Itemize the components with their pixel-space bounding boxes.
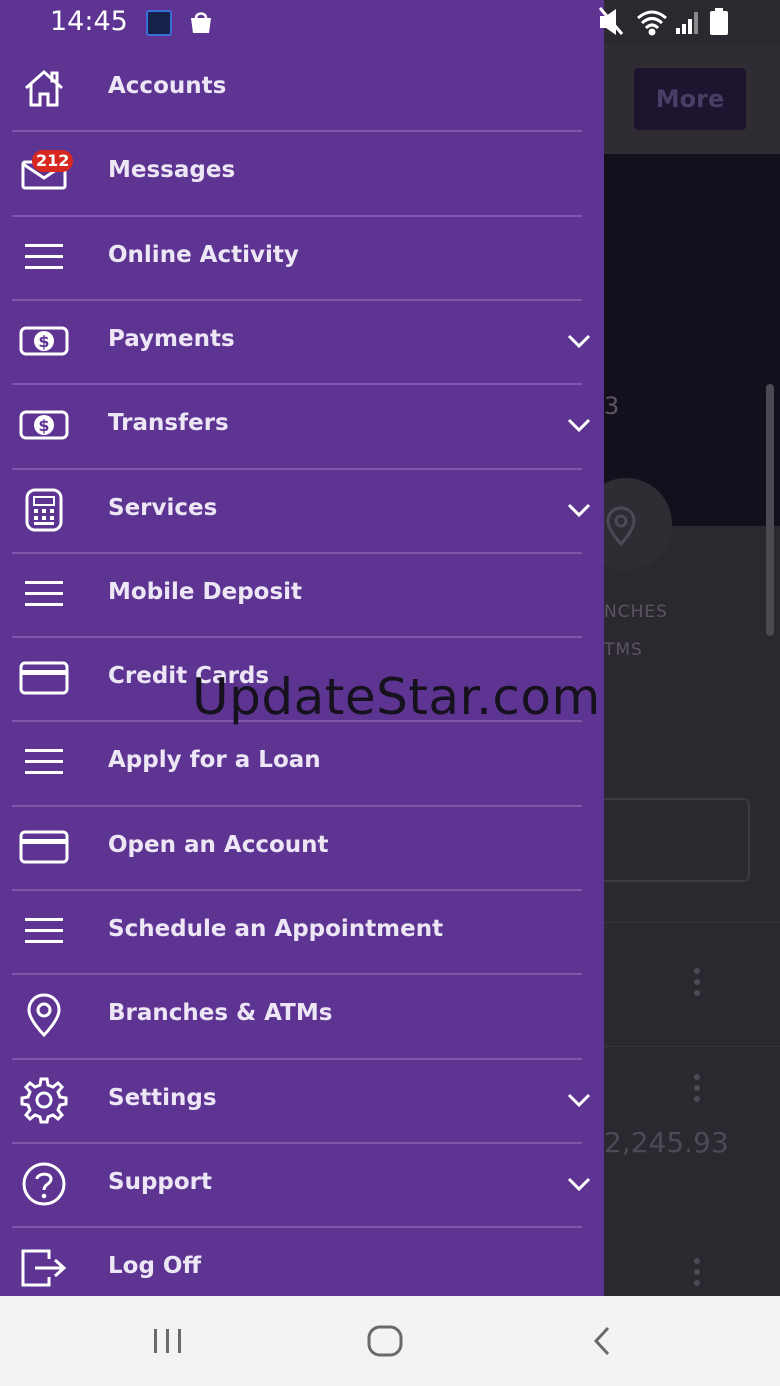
drawer-item-branches-atms[interactable]: Branches & ATMs [0, 973, 604, 1057]
chevron-down-icon[interactable] [566, 1092, 592, 1108]
drawer-item-apply-for-a-loan[interactable]: Apply for a Loan [0, 720, 604, 804]
drawer-divider [12, 214, 582, 217]
drawer-item-messages[interactable]: Messages [0, 130, 604, 214]
drawer-item-label: Schedule an Appointment [108, 916, 444, 942]
dollar-bill-icon: $ [18, 317, 70, 365]
svg-text:$: $ [38, 416, 49, 435]
location-pin-icon [18, 991, 70, 1039]
drawer-item-mobile-deposit[interactable]: Mobile Deposit [0, 551, 604, 636]
credit-card-icon [18, 654, 70, 702]
menu-lines-icon [18, 233, 70, 281]
shopping-bag-icon [191, 12, 211, 33]
drawer-divider [12, 298, 582, 301]
home-button[interactable] [355, 1320, 415, 1362]
drawer-item-label: Open an Account [108, 831, 329, 858]
back-button[interactable] [572, 1320, 632, 1362]
account-balance: 2,245.93 [604, 1126, 729, 1159]
drawer-item-label: Online Activity [108, 241, 299, 268]
menu-lines-icon [18, 907, 70, 955]
drawer-item-label: Branches & ATMs [108, 1000, 333, 1027]
home-icon [18, 64, 70, 112]
background-divider [600, 1046, 780, 1047]
drawer-item-label: Accounts [108, 73, 227, 99]
recent-apps-icon [154, 1329, 181, 1353]
kebab-menu-icon[interactable] [694, 968, 702, 1001]
drawer-item-label: Payments [108, 325, 235, 352]
drawer-divider [12, 1226, 582, 1229]
status-time: 14:45 [50, 6, 128, 37]
system-nav-bar [0, 1296, 780, 1386]
drawer-divider [12, 973, 582, 976]
background-divider [600, 922, 780, 923]
battery-icon [710, 8, 728, 35]
wifi-icon [637, 10, 667, 36]
status-bar: 14:45 [0, 0, 604, 44]
dollar-bill-icon: $ [18, 401, 70, 449]
drawer-divider [12, 130, 582, 133]
watermark: UpdateStar.com [192, 668, 601, 726]
drawer-item-label: Settings [108, 1084, 217, 1111]
menu-lines-icon [18, 738, 70, 786]
drawer-divider [12, 383, 582, 386]
drawer-item-transfers[interactable]: $ Transfers [0, 383, 604, 467]
kebab-menu-icon[interactable] [694, 1074, 702, 1107]
chevron-down-icon[interactable] [566, 333, 592, 349]
navigation-drawer: Accounts Messages Online Activity $ Payments… [0, 0, 604, 1296]
question-circle-icon [18, 1160, 70, 1208]
background-shortcut-label: TMS [604, 640, 643, 660]
drawer-item-label: Apply for a Loan [108, 747, 321, 774]
drawer-item-label: Mobile Deposit [108, 578, 303, 605]
home-circle-icon [367, 1325, 403, 1357]
notification-app-icon [146, 10, 172, 36]
drawer-item-open-an-account[interactable]: Open an Account [0, 804, 604, 889]
chevron-down-icon[interactable] [566, 1176, 592, 1192]
background-hero-text: 3 [604, 392, 620, 420]
chevron-down-icon[interactable] [566, 502, 592, 518]
drawer-item-services[interactable]: Services [0, 467, 604, 552]
drawer-item-settings[interactable]: Settings [0, 1057, 604, 1142]
drawer-divider [12, 551, 582, 554]
calculator-icon [18, 486, 70, 534]
drawer-divider [12, 1141, 582, 1144]
credit-card-icon [18, 823, 70, 871]
drawer-item-accounts[interactable]: Accounts [0, 46, 604, 130]
drawer-item-label: Transfers [108, 410, 229, 437]
gear-icon [18, 1076, 70, 1124]
drawer-item-label: Messages [108, 157, 236, 184]
drawer-item-label: Services [108, 494, 218, 521]
drawer-divider [12, 804, 582, 807]
drawer-item-label: Support [108, 1168, 213, 1195]
recent-apps-button[interactable] [138, 1320, 198, 1362]
drawer-item-online-activity[interactable]: Online Activity [0, 214, 604, 299]
drawer-divider [12, 636, 582, 639]
menu-lines-icon [18, 570, 70, 618]
status-icons [598, 0, 780, 44]
kebab-menu-icon[interactable] [694, 1258, 702, 1291]
chevron-down-icon[interactable] [566, 417, 592, 433]
location-pin-icon [606, 506, 636, 546]
drawer-divider [12, 889, 582, 891]
background-shortcut-label: NCHES [604, 602, 668, 622]
drawer-divider [12, 1057, 582, 1060]
logout-icon [18, 1244, 70, 1292]
drawer-item-support[interactable]: Support [0, 1141, 604, 1226]
more-button[interactable]: More [634, 68, 746, 130]
signal-icon [676, 12, 698, 34]
svg-text:$: $ [38, 332, 49, 351]
scrollbar[interactable] [766, 384, 774, 636]
drawer-item-schedule-an-appointment[interactable]: Schedule an Appointment [0, 889, 604, 973]
drawer-divider [12, 467, 582, 470]
messages-badge: 212 [32, 150, 74, 172]
drawer-item-payments[interactable]: $ Payments [0, 298, 604, 383]
mute-icon [598, 7, 624, 35]
drawer-item-label: Log Off [108, 1253, 202, 1280]
back-arrow-icon [593, 1326, 610, 1356]
